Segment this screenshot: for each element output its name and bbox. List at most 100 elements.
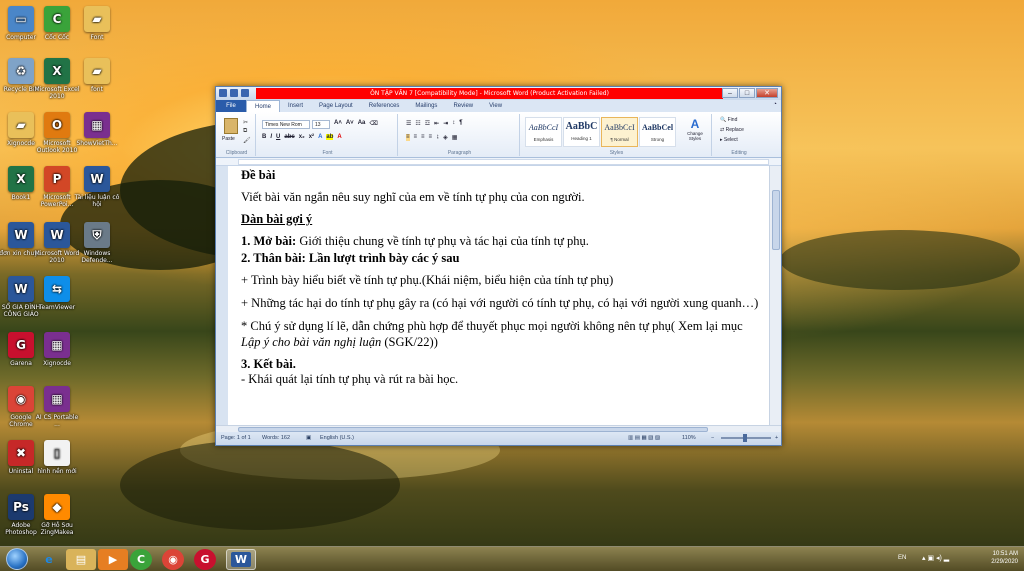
undo-icon[interactable]	[241, 89, 249, 97]
word-icon: W	[44, 222, 70, 248]
quick-access-toolbar[interactable]	[219, 89, 249, 97]
desktop-icon[interactable]: ⛨ Windows Defende...	[74, 222, 120, 264]
clear-format-icon[interactable]: ⌫	[369, 120, 377, 127]
font-size-box[interactable]: 13	[312, 120, 330, 129]
proofing-icon[interactable]: ▣	[306, 435, 311, 441]
chrome-taskbar-icon[interactable]: ◉	[162, 549, 184, 570]
tab-home[interactable]: Home	[246, 100, 281, 112]
system-clock[interactable]: 10:51 AM 2/29/2020	[991, 550, 1018, 566]
increase-indent-icon[interactable]: ⇥	[443, 120, 448, 127]
view-buttons[interactable]: ▥ ▤ ▦ ▧ ▨	[628, 435, 660, 441]
word-app-icon[interactable]	[219, 89, 227, 97]
bold-button[interactable]: B	[262, 134, 266, 140]
page-count[interactable]: Page: 1 of 1	[221, 435, 251, 441]
italic-button[interactable]: I	[270, 134, 272, 140]
highlight-icon[interactable]: ab	[326, 134, 334, 140]
shading-icon[interactable]: ◈	[443, 134, 448, 141]
desktop-icon[interactable]: ▰ Font	[74, 6, 120, 41]
paste-button[interactable]: Paste	[222, 136, 235, 142]
word-count[interactable]: Words: 162	[262, 435, 290, 441]
document-page[interactable]: Đề bài Viết bài văn ngắn nêu suy nghĩ củ…	[228, 166, 771, 425]
style-emphasis[interactable]: AaBbCcI Emphasis	[525, 117, 562, 147]
select-button[interactable]: ▸ Select	[720, 137, 738, 143]
font-name-box[interactable]: Times New Rom	[262, 120, 310, 129]
desktop-icon-label: Windows Defende...	[81, 250, 113, 264]
show-marks-icon[interactable]: ¶	[459, 120, 462, 127]
desktop-icon[interactable]: ▯ hình nền mới	[34, 440, 80, 475]
text-effects-icon[interactable]: A	[318, 134, 322, 140]
tab-file[interactable]: File	[216, 100, 246, 112]
zoom-level[interactable]: 110%	[682, 435, 696, 441]
window-title: ÔN TẬP VĂN 7 [Compatibility Mode] - Micr…	[256, 88, 723, 99]
shrink-font-icon[interactable]: A˅	[346, 120, 354, 127]
internet-explorer-icon[interactable]: e	[34, 549, 64, 570]
font-color-icon[interactable]: A	[337, 134, 341, 140]
word-file-icon: W	[84, 166, 110, 192]
desktop-icon[interactable]: ▦ Xignocde	[34, 332, 80, 367]
desktop-icon[interactable]: ◆ Gỡ Hỗ Sơu ZingMakea	[34, 494, 80, 536]
desktop-icon[interactable]: W Tài liệu luận cô hội	[74, 166, 120, 208]
align-right-icon[interactable]: ≡	[421, 134, 425, 141]
change-case-icon[interactable]: Aa	[358, 120, 366, 127]
decrease-indent-icon[interactable]: ⇤	[434, 120, 439, 127]
vertical-scrollbar[interactable]	[769, 166, 781, 425]
word-taskbar-button[interactable]: W	[226, 549, 256, 570]
numbering-icon[interactable]: ☷	[415, 120, 420, 127]
tab-mailings[interactable]: Mailings	[407, 100, 445, 112]
sort-icon[interactable]: ↕	[452, 120, 455, 127]
borders-icon[interactable]: ▦	[452, 134, 458, 141]
zoom-in-icon[interactable]: +	[775, 435, 778, 441]
style-normal[interactable]: AaBbCcI ¶ Normal	[601, 117, 638, 147]
desktop-icon[interactable]: ▰ font	[74, 58, 120, 93]
cut-icon[interactable]: ✂	[243, 119, 248, 126]
strikethrough-button[interactable]: abc	[284, 134, 294, 140]
input-language[interactable]: EN	[898, 555, 906, 561]
tab-view[interactable]: View	[481, 100, 510, 112]
garena-taskbar-icon[interactable]: G	[194, 549, 216, 570]
file-explorer-icon[interactable]: ▤	[66, 549, 96, 570]
justify-icon[interactable]: ≡	[429, 134, 433, 141]
clock-date: 2/29/2020	[991, 559, 1018, 565]
format-painter-icon[interactable]: 🖌	[243, 137, 251, 144]
paste-icon[interactable]	[224, 118, 238, 134]
title-bar[interactable]: ÔN TẬP VĂN 7 [Compatibility Mode] - Micr…	[216, 87, 781, 100]
superscript-button[interactable]: x²	[309, 134, 314, 140]
save-icon[interactable]	[230, 89, 238, 97]
copy-icon[interactable]: ⧉	[243, 128, 247, 135]
word-window[interactable]: ÔN TẬP VĂN 7 [Compatibility Mode] - Micr…	[215, 86, 782, 446]
tab-review[interactable]: Review	[445, 100, 481, 112]
media-player-icon[interactable]: ▶	[98, 549, 128, 570]
ruler[interactable]	[216, 158, 781, 166]
start-button[interactable]	[6, 548, 28, 570]
align-left-icon[interactable]: ≡	[406, 134, 410, 141]
align-center-icon[interactable]: ≡	[414, 134, 418, 141]
tab-insert[interactable]: Insert	[280, 100, 311, 112]
tab-references[interactable]: References	[361, 100, 408, 112]
change-styles-button[interactable]: A Change Styles	[682, 117, 708, 141]
coccoc-taskbar-icon[interactable]: C	[130, 549, 152, 570]
multilevel-list-icon[interactable]: ☲	[425, 120, 430, 127]
replace-button[interactable]: ⇄ Replace	[720, 127, 744, 133]
find-button[interactable]: 🔍 Find	[720, 117, 737, 123]
zoom-slider-handle[interactable]	[743, 434, 747, 442]
desktop-icon[interactable]: ▦ AI CS Portable ...	[34, 386, 80, 428]
line-spacing-icon[interactable]: ↨	[436, 134, 439, 141]
subscript-button[interactable]: x₂	[299, 134, 305, 140]
desktop-icon[interactable]: ⇆ TeamViewer	[34, 276, 80, 311]
bullets-icon[interactable]: ☰	[406, 120, 411, 127]
paragraph-label: Paragraph	[447, 150, 472, 156]
grow-font-icon[interactable]: A˄	[334, 120, 342, 127]
maximize-button[interactable]: □	[739, 88, 755, 98]
editing-group: 🔍 Find ⇄ Replace ▸ Select Editing	[714, 114, 764, 156]
style-strong[interactable]: AaBbCel Strong	[639, 117, 676, 147]
close-button[interactable]: ✕	[756, 88, 778, 98]
tray-icons[interactable]: ▴ ▣ ◂) ▂	[922, 554, 949, 562]
language-indicator[interactable]: English (U.S.)	[320, 435, 354, 441]
desktop-icon[interactable]: ▦ ShowVietTh...	[74, 112, 120, 147]
zoom-out-icon[interactable]: −	[711, 435, 714, 441]
minimize-button[interactable]: –	[722, 88, 738, 98]
style-heading-1[interactable]: AaBbC Heading 1	[563, 117, 600, 147]
help-icon[interactable]: ◔	[773, 101, 777, 108]
underline-button[interactable]: U	[276, 134, 280, 140]
tab-page-layout[interactable]: Page Layout	[311, 100, 361, 112]
